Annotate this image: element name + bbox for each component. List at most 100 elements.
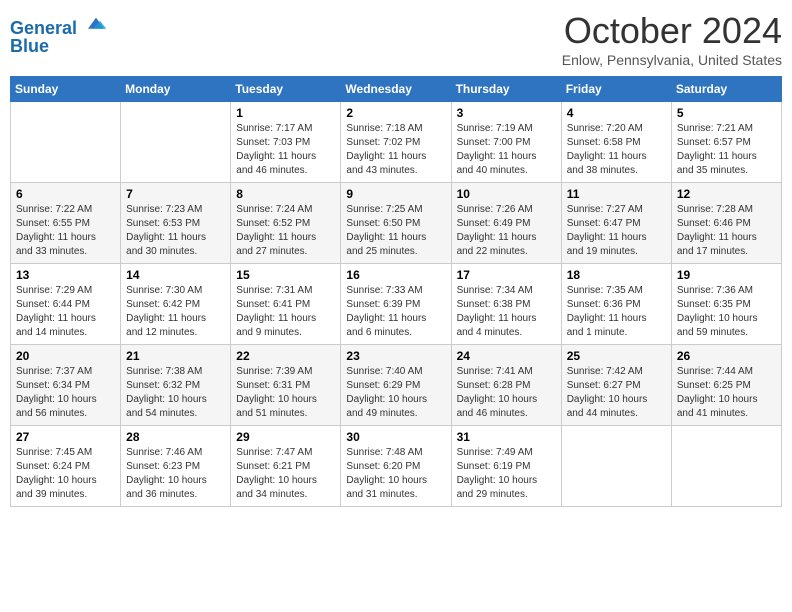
day-info: Sunrise: 7:37 AM Sunset: 6:34 PM Dayligh… [16, 365, 115, 421]
day-info: Sunrise: 7:25 AM Sunset: 6:50 PM Dayligh… [346, 203, 445, 259]
day-info: Sunrise: 7:40 AM Sunset: 6:29 PM Dayligh… [346, 365, 445, 421]
day-number: 27 [16, 430, 115, 444]
day-number: 3 [457, 106, 556, 120]
day-info: Sunrise: 7:46 AM Sunset: 6:23 PM Dayligh… [126, 446, 225, 502]
calendar-cell: 21Sunrise: 7:38 AM Sunset: 6:32 PM Dayli… [121, 345, 231, 426]
calendar-cell: 6 Sunrise: 7:22 AM Sunset: 6:55 PM Daylig… [11, 183, 121, 264]
day-info: Sunrise: 7:21 AM Sunset: 6:57 PM Dayligh… [677, 122, 776, 178]
calendar-cell [561, 426, 671, 507]
day-number: 13 [16, 268, 115, 282]
calendar-cell: 25Sunrise: 7:42 AM Sunset: 6:27 PM Dayli… [561, 345, 671, 426]
weekday-header-row: SundayMondayTuesdayWednesdayThursdayFrid… [11, 77, 782, 102]
day-number: 10 [457, 187, 556, 201]
day-info: Sunrise: 7:41 AM Sunset: 6:28 PM Dayligh… [457, 365, 556, 421]
calendar-cell: 17 Sunrise: 7:34 AM Sunset: 6:38 PM Dayli… [451, 264, 561, 345]
day-number: 8 [236, 187, 335, 201]
calendar-cell: 26Sunrise: 7:44 AM Sunset: 6:25 PM Dayli… [671, 345, 781, 426]
day-number: 25 [567, 349, 666, 363]
day-number: 30 [346, 430, 445, 444]
week-row-2: 6 Sunrise: 7:22 AM Sunset: 6:55 PM Daylig… [11, 183, 782, 264]
day-info: Sunrise: 7:44 AM Sunset: 6:25 PM Dayligh… [677, 365, 776, 421]
day-info: Sunrise: 7:27 AM Sunset: 6:47 PM Dayligh… [567, 203, 666, 259]
weekday-header-wednesday: Wednesday [341, 77, 451, 102]
logo-icon [84, 14, 108, 34]
weekday-header-saturday: Saturday [671, 77, 781, 102]
calendar-cell: 11 Sunrise: 7:27 AM Sunset: 6:47 PM Dayli… [561, 183, 671, 264]
calendar-cell: 30Sunrise: 7:48 AM Sunset: 6:20 PM Dayli… [341, 426, 451, 507]
calendar-cell [671, 426, 781, 507]
calendar-cell: 31Sunrise: 7:49 AM Sunset: 6:19 PM Dayli… [451, 426, 561, 507]
day-number: 2 [346, 106, 445, 120]
calendar-cell: 10 Sunrise: 7:26 AM Sunset: 6:49 PM Dayli… [451, 183, 561, 264]
day-info: Sunrise: 7:20 AM Sunset: 6:58 PM Dayligh… [567, 122, 666, 178]
day-info: Sunrise: 7:18 AM Sunset: 7:02 PM Dayligh… [346, 122, 445, 178]
day-info: Sunrise: 7:22 AM Sunset: 6:55 PM Dayligh… [16, 203, 115, 259]
calendar-cell: 19Sunrise: 7:36 AM Sunset: 6:35 PM Dayli… [671, 264, 781, 345]
calendar-cell: 2 Sunrise: 7:18 AM Sunset: 7:02 PM Daylig… [341, 102, 451, 183]
calendar-cell: 23Sunrise: 7:40 AM Sunset: 6:29 PM Dayli… [341, 345, 451, 426]
day-info: Sunrise: 7:26 AM Sunset: 6:49 PM Dayligh… [457, 203, 556, 259]
calendar-cell: 18 Sunrise: 7:35 AM Sunset: 6:36 PM Dayli… [561, 264, 671, 345]
day-number: 29 [236, 430, 335, 444]
day-info: Sunrise: 7:30 AM Sunset: 6:42 PM Dayligh… [126, 284, 225, 340]
day-number: 28 [126, 430, 225, 444]
weekday-header-sunday: Sunday [11, 77, 121, 102]
weekday-header-monday: Monday [121, 77, 231, 102]
day-number: 16 [346, 268, 445, 282]
calendar-cell: 29Sunrise: 7:47 AM Sunset: 6:21 PM Dayli… [231, 426, 341, 507]
calendar-cell: 13 Sunrise: 7:29 AM Sunset: 6:44 PM Dayli… [11, 264, 121, 345]
calendar-cell: 7Sunrise: 7:23 AM Sunset: 6:53 PM Daylig… [121, 183, 231, 264]
day-number: 21 [126, 349, 225, 363]
day-info: Sunrise: 7:35 AM Sunset: 6:36 PM Dayligh… [567, 284, 666, 340]
month-title: October 2024 [562, 10, 782, 52]
day-number: 18 [567, 268, 666, 282]
day-info: Sunrise: 7:28 AM Sunset: 6:46 PM Dayligh… [677, 203, 776, 259]
title-section: October 2024 Enlow, Pennsylvania, United… [562, 10, 782, 68]
logo-blue: Blue [10, 37, 108, 57]
day-info: Sunrise: 7:33 AM Sunset: 6:39 PM Dayligh… [346, 284, 445, 340]
week-row-5: 27Sunrise: 7:45 AM Sunset: 6:24 PM Dayli… [11, 426, 782, 507]
calendar-cell: 4Sunrise: 7:20 AM Sunset: 6:58 PM Daylig… [561, 102, 671, 183]
day-number: 14 [126, 268, 225, 282]
day-info: Sunrise: 7:29 AM Sunset: 6:44 PM Dayligh… [16, 284, 115, 340]
calendar-cell: 1 Sunrise: 7:17 AM Sunset: 7:03 PM Daylig… [231, 102, 341, 183]
calendar-cell: 5 Sunrise: 7:21 AM Sunset: 6:57 PM Daylig… [671, 102, 781, 183]
day-number: 19 [677, 268, 776, 282]
day-number: 15 [236, 268, 335, 282]
calendar-cell: 24 Sunrise: 7:41 AM Sunset: 6:28 PM Dayli… [451, 345, 561, 426]
day-info: Sunrise: 7:39 AM Sunset: 6:31 PM Dayligh… [236, 365, 335, 421]
day-number: 1 [236, 106, 335, 120]
calendar-cell: 3 Sunrise: 7:19 AM Sunset: 7:00 PM Daylig… [451, 102, 561, 183]
day-number: 17 [457, 268, 556, 282]
calendar-cell: 15Sunrise: 7:31 AM Sunset: 6:41 PM Dayli… [231, 264, 341, 345]
weekday-header-tuesday: Tuesday [231, 77, 341, 102]
day-number: 22 [236, 349, 335, 363]
day-info: Sunrise: 7:17 AM Sunset: 7:03 PM Dayligh… [236, 122, 335, 178]
location: Enlow, Pennsylvania, United States [562, 52, 782, 68]
calendar-cell: 20 Sunrise: 7:37 AM Sunset: 6:34 PM Dayli… [11, 345, 121, 426]
day-number: 6 [16, 187, 115, 201]
calendar-cell: 14 Sunrise: 7:30 AM Sunset: 6:42 PM Dayli… [121, 264, 231, 345]
calendar-cell: 27Sunrise: 7:45 AM Sunset: 6:24 PM Dayli… [11, 426, 121, 507]
day-info: Sunrise: 7:49 AM Sunset: 6:19 PM Dayligh… [457, 446, 556, 502]
day-number: 11 [567, 187, 666, 201]
calendar-cell: 16 Sunrise: 7:33 AM Sunset: 6:39 PM Dayli… [341, 264, 451, 345]
day-info: Sunrise: 7:19 AM Sunset: 7:00 PM Dayligh… [457, 122, 556, 178]
day-number: 24 [457, 349, 556, 363]
day-number: 12 [677, 187, 776, 201]
weekday-header-thursday: Thursday [451, 77, 561, 102]
calendar-cell [11, 102, 121, 183]
day-number: 5 [677, 106, 776, 120]
week-row-1: 1 Sunrise: 7:17 AM Sunset: 7:03 PM Daylig… [11, 102, 782, 183]
day-number: 20 [16, 349, 115, 363]
calendar-cell: 12 Sunrise: 7:28 AM Sunset: 6:46 PM Dayli… [671, 183, 781, 264]
weekday-header-friday: Friday [561, 77, 671, 102]
calendar-table: SundayMondayTuesdayWednesdayThursdayFrid… [10, 76, 782, 507]
calendar-cell [121, 102, 231, 183]
calendar-cell: 22 Sunrise: 7:39 AM Sunset: 6:31 PM Dayli… [231, 345, 341, 426]
day-number: 9 [346, 187, 445, 201]
day-info: Sunrise: 7:34 AM Sunset: 6:38 PM Dayligh… [457, 284, 556, 340]
page-header: General Blue October 2024 Enlow, Pennsyl… [10, 10, 782, 68]
calendar-cell: 9 Sunrise: 7:25 AM Sunset: 6:50 PM Daylig… [341, 183, 451, 264]
calendar-cell: 8Sunrise: 7:24 AM Sunset: 6:52 PM Daylig… [231, 183, 341, 264]
